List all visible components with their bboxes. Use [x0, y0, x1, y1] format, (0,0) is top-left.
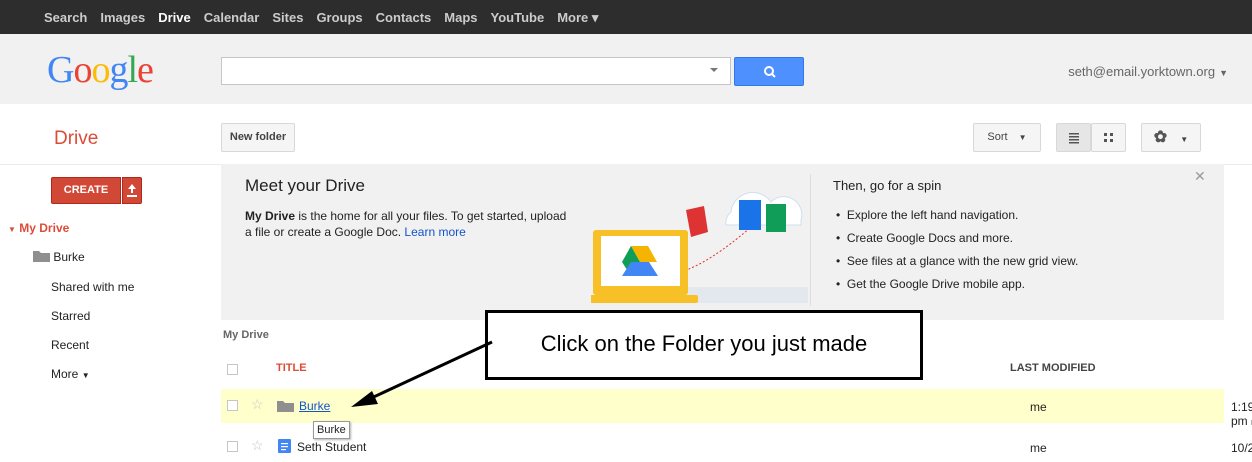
- logo-letter: e: [137, 49, 154, 91]
- chevron-down-icon: ▼: [1219, 68, 1228, 78]
- sidebar-item-starred[interactable]: Starred: [51, 309, 90, 323]
- sidebar-item-label: My Drive: [19, 221, 70, 235]
- expand-arrow-icon: ▼: [8, 225, 16, 234]
- list-view-button[interactable]: [1056, 123, 1091, 152]
- list-item: • Create Google Docs and more.: [836, 231, 1013, 245]
- list-view-icon: [1069, 133, 1079, 144]
- table-row[interactable]: ☆ Burke me 1:19 pmme: [221, 389, 1252, 428]
- promo-right-title: Then, go for a spin: [833, 178, 942, 193]
- promo-bullet-list: • Explore the left hand navigation. • Cr…: [836, 208, 1078, 300]
- search-options-arrow-icon[interactable]: [710, 68, 718, 72]
- grid-view-button[interactable]: [1091, 123, 1126, 152]
- star-icon[interactable]: ☆: [251, 437, 264, 454]
- settings-button[interactable]: ✿ ▼: [1141, 123, 1201, 152]
- sidebar-item-more[interactable]: More ▼: [51, 367, 90, 381]
- chevron-down-icon: ▼: [81, 371, 90, 380]
- promo-divider: [810, 174, 811, 306]
- welcome-promo: Meet your Drive My Drive is the home for…: [221, 164, 1224, 320]
- nav-search[interactable]: Search: [44, 10, 87, 26]
- upload-button[interactable]: [122, 177, 142, 204]
- nav-images[interactable]: Images: [100, 10, 145, 26]
- gear-icon: ✿: [1153, 129, 1168, 146]
- file-name[interactable]: Burke: [299, 399, 330, 413]
- star-icon[interactable]: ☆: [251, 396, 264, 413]
- file-name[interactable]: Seth Student: [297, 440, 366, 454]
- row-checkbox[interactable]: [227, 441, 238, 452]
- sidebar-item-label: Burke: [53, 250, 85, 264]
- file-modified: 1:19 pmme: [1231, 400, 1252, 428]
- list-item: • Get the Google Drive mobile app.: [836, 277, 1025, 291]
- promo-text-bold: My Drive: [245, 209, 296, 223]
- search-icon: [764, 66, 776, 78]
- account-menu[interactable]: seth@email.yorktown.org ▼: [1068, 64, 1228, 79]
- nav-more[interactable]: More ▾: [557, 10, 598, 26]
- sidebar-item-shared[interactable]: Shared with me: [51, 280, 134, 294]
- sort-button[interactable]: Sort ▼: [973, 123, 1041, 152]
- upload-icon: [127, 184, 137, 197]
- document-icon: [278, 439, 291, 453]
- sidebar-item-label: More: [51, 367, 79, 381]
- promo-text: My Drive is the home for all your files.…: [245, 208, 575, 240]
- select-all-checkbox[interactable]: [227, 364, 238, 375]
- sidebar-item-my-drive[interactable]: ▼ My Drive: [8, 221, 69, 235]
- logo-letter: o: [91, 49, 110, 91]
- nav-groups[interactable]: Groups: [316, 10, 362, 26]
- nav-calendar[interactable]: Calendar: [204, 10, 260, 26]
- learn-more-link[interactable]: Learn more: [404, 225, 465, 239]
- row-checkbox[interactable]: [227, 400, 238, 411]
- chevron-down-icon: ▼: [1018, 133, 1027, 142]
- tooltip: Burke: [313, 421, 350, 439]
- file-modified: 10/22/12me: [1231, 441, 1252, 455]
- search-input[interactable]: [221, 57, 731, 85]
- close-icon[interactable]: ✕: [1194, 168, 1206, 185]
- list-item: • See files at a glance with the new gri…: [836, 254, 1079, 268]
- column-header-last-modified[interactable]: LAST MODIFIED: [1010, 362, 1096, 374]
- breadcrumb[interactable]: My Drive: [223, 329, 269, 341]
- nav-sites[interactable]: Sites: [272, 10, 303, 26]
- sort-label: Sort: [987, 131, 1008, 143]
- create-button[interactable]: CREATE: [51, 177, 121, 204]
- logo-letter: g: [109, 49, 128, 91]
- folder-icon: [277, 401, 294, 412]
- nav-maps[interactable]: Maps: [444, 10, 477, 26]
- promo-title: Meet your Drive: [245, 176, 365, 195]
- column-header-title[interactable]: TITLE: [276, 362, 307, 374]
- logo-letter: o: [73, 49, 92, 91]
- folder-icon: [33, 251, 50, 262]
- drive-illustration: [591, 192, 808, 303]
- account-email: seth@email.yorktown.org: [1068, 64, 1216, 79]
- sidebar-item-burke[interactable]: Burke: [33, 250, 85, 264]
- new-folder-button[interactable]: New folder: [221, 123, 295, 152]
- file-owner: me: [1030, 441, 1047, 455]
- logo-letter: l: [127, 49, 138, 91]
- logo-letter: G: [47, 49, 74, 91]
- sidebar-item-recent[interactable]: Recent: [51, 338, 89, 352]
- nav-youtube[interactable]: YouTube: [491, 10, 545, 26]
- nav-contacts[interactable]: Contacts: [376, 10, 432, 26]
- google-logo[interactable]: Google: [47, 48, 154, 92]
- table-row[interactable]: ☆ Seth Student me 10/22/12me: [221, 428, 1252, 462]
- top-nav: Search Images Drive Calendar Sites Group…: [44, 10, 611, 26]
- app-title: Drive: [54, 128, 99, 149]
- instruction-callout: Click on the Folder you just made: [485, 310, 923, 380]
- list-item: • Explore the left hand navigation.: [836, 208, 1019, 222]
- chevron-down-icon: ▼: [1180, 135, 1189, 144]
- search-button[interactable]: [734, 57, 804, 86]
- nav-drive[interactable]: Drive: [158, 10, 191, 26]
- file-owner: me: [1030, 400, 1047, 414]
- grid-view-icon: [1104, 133, 1113, 142]
